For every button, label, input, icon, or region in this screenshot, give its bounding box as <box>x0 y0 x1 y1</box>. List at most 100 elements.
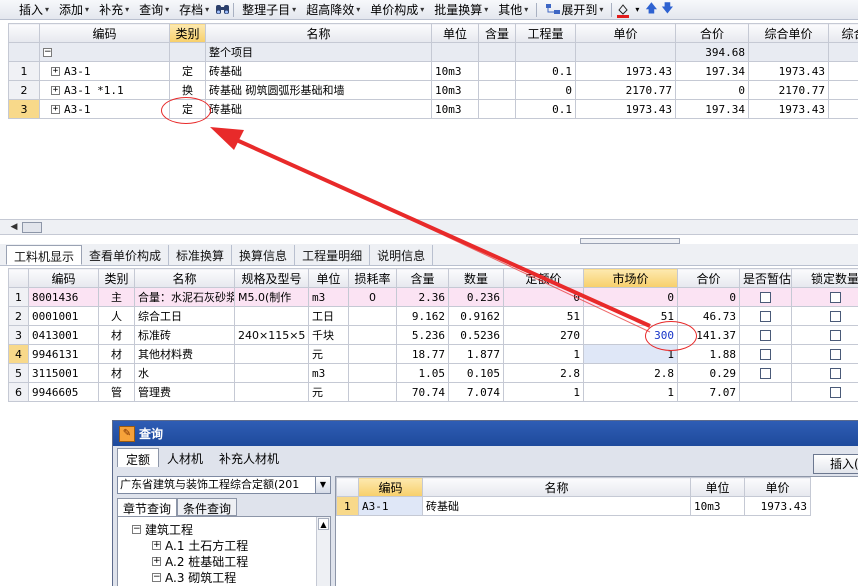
expand-icon[interactable]: + <box>51 86 60 95</box>
tab-conversion-info[interactable]: 换算信息 <box>232 245 296 265</box>
market-price-cell[interactable]: 0 <box>583 287 678 307</box>
content-cell[interactable]: 70.74 <box>396 382 449 402</box>
table-row[interactable]: 3 0413001 材 标准砖 240×115×5 千块 5.236 0.523… <box>8 325 858 345</box>
tab-quota[interactable]: 定额 <box>117 448 160 467</box>
name-cell[interactable]: 管理费 <box>134 382 235 402</box>
unit-cell[interactable]: 工日 <box>308 306 349 326</box>
count-cell[interactable]: 0.9162 <box>448 306 504 326</box>
name-cell[interactable]: 砖基础 <box>205 61 432 81</box>
name-cell[interactable]: 综合工日 <box>134 306 235 326</box>
table-row[interactable]: 1 8001436 主 合量：水泥石灰砂浆 M5.0(制作 m3 0 2.36 … <box>8 287 858 307</box>
other-menu[interactable]: 其他 ▾ <box>493 1 533 19</box>
unit-cell[interactable]: 10m3 <box>431 61 479 81</box>
code-cell[interactable]: + A3-1 *1.1 <box>39 80 170 100</box>
expand-icon[interactable]: + <box>51 67 60 76</box>
type-cell[interactable]: 定 <box>169 61 206 81</box>
unit-cell[interactable]: 元 <box>308 382 349 402</box>
content-cell[interactable]: 18.77 <box>396 344 449 364</box>
query-window-titlebar[interactable]: ✎ 查询 <box>113 421 858 446</box>
quota-library-select[interactable]: 广东省建筑与装饰工程综合定额(201 ▼ <box>117 476 331 494</box>
name-cell[interactable]: 标准砖 <box>134 325 235 345</box>
tab-materials[interactable]: 工料机显示 <box>6 245 83 265</box>
horizontal-scrollbar[interactable]: ◀ <box>0 219 858 235</box>
spec-cell[interactable]: M5.0(制作 <box>234 287 309 307</box>
price-cell[interactable]: 2170.77 <box>575 80 676 100</box>
lock-checkbox[interactable] <box>829 349 841 360</box>
col-header-code[interactable]: 编码 <box>39 23 170 43</box>
unit-cell[interactable]: m3 <box>308 363 349 383</box>
quota-price-cell[interactable]: 0 <box>503 287 584 307</box>
unit-cell[interactable]: 元 <box>308 344 349 364</box>
insert-menu[interactable]: 插入 ▾ <box>14 1 54 19</box>
content-cell[interactable]: 5.236 <box>396 325 449 345</box>
content-cell[interactable]: 2.36 <box>396 287 449 307</box>
col-header-name[interactable]: 名称 <box>134 268 235 288</box>
collapse-icon[interactable]: − <box>43 48 52 57</box>
col-header-comp[interactable]: 综合 <box>828 23 858 43</box>
table-row[interactable]: 1 A3-1 砖基础 10m3 1973.43 <box>336 496 811 516</box>
count-cell[interactable]: 0.5236 <box>448 325 504 345</box>
tab-supplement-lmm[interactable]: 补充人材机 <box>211 448 287 467</box>
col-header-unit[interactable]: 单位 <box>308 268 349 288</box>
col-header-total[interactable]: 合价 <box>675 23 749 43</box>
tree-node-masonry[interactable]: − A.3 砌筑工程 <box>152 569 236 586</box>
col-header-code[interactable]: 编码 <box>28 268 99 288</box>
code-cell[interactable]: 8001436 <box>28 287 99 307</box>
type-cell[interactable]: 材 <box>98 325 135 345</box>
price-cell[interactable]: 1973.43 <box>575 61 676 81</box>
content-cell[interactable]: 1.05 <box>396 363 449 383</box>
table-row[interactable]: 6 9946605 管 管理费 元 70.74 7.074 1 1 7.07 <box>8 382 858 402</box>
code-cell[interactable]: 0413001 <box>28 325 99 345</box>
provisional-checkbox[interactable] <box>760 311 771 322</box>
col-header-comp-price[interactable]: 综合单价 <box>748 23 829 43</box>
content-cell[interactable] <box>478 80 516 100</box>
archive-menu[interactable]: 存档 ▾ <box>174 1 214 19</box>
expand-to-menu[interactable]: 展开到 ▾ <box>540 1 608 19</box>
table-row[interactable]: 1 + A3-1 定 砖基础 10m3 0.1 1973.43 197.34 19… <box>8 61 858 81</box>
col-header-provisional[interactable]: 是否暂估 <box>739 268 792 288</box>
tab-description[interactable]: 说明信息 <box>370 245 434 265</box>
tab-quantity-detail[interactable]: 工程量明细 <box>295 245 371 265</box>
code-cell[interactable]: 3115001 <box>28 363 99 383</box>
count-cell[interactable]: 7.074 <box>448 382 504 402</box>
tab-standard-conversion[interactable]: 标准换算 <box>169 245 233 265</box>
total-cell[interactable]: 197.34 <box>675 61 749 81</box>
type-cell[interactable]: 材 <box>98 344 135 364</box>
lock-checkbox[interactable] <box>829 387 841 398</box>
code-cell[interactable]: 9946605 <box>28 382 99 402</box>
name-cell[interactable]: 砖基础 <box>205 99 432 119</box>
name-cell[interactable]: 其他材料费 <box>134 344 235 364</box>
unit-cell[interactable]: 10m3 <box>431 99 479 119</box>
quota-price-cell[interactable]: 2.8 <box>503 363 584 383</box>
name-cell[interactable]: 砖基础 <box>422 496 691 516</box>
code-cell[interactable]: + A3-1 <box>39 99 170 119</box>
table-row[interactable]: 5 3115001 材 水 m3 1.05 0.105 2.8 2.8 0.29 <box>8 363 858 383</box>
spec-cell[interactable] <box>234 344 309 364</box>
code-cell[interactable]: 9946131 <box>28 344 99 364</box>
scrollbar-thumb[interactable] <box>22 222 42 233</box>
add-menu[interactable]: 添加 ▾ <box>54 1 94 19</box>
scroll-up-icon[interactable]: ▲ <box>318 518 329 530</box>
chevron-down-icon[interactable]: ▼ <box>315 477 330 493</box>
total-cell[interactable]: 0 <box>675 80 749 100</box>
col-header-code[interactable]: 编码 <box>358 477 423 497</box>
unit-cell[interactable]: 10m3 <box>431 80 479 100</box>
name-cell[interactable]: 砖基础 砌筑圆弧形基础和墙 <box>205 80 432 100</box>
count-cell[interactable]: 0.236 <box>448 287 504 307</box>
quota-price-cell[interactable]: 270 <box>503 325 584 345</box>
price-cell[interactable]: 1973.43 <box>744 496 811 516</box>
quota-price-cell[interactable]: 1 <box>503 382 584 402</box>
type-cell[interactable]: 主 <box>98 287 135 307</box>
tab-condition-query[interactable]: 条件查询 <box>177 498 238 516</box>
col-header-total[interactable]: 合价 <box>677 268 740 288</box>
insert-button[interactable]: 插入( <box>813 454 858 474</box>
col-header-loss-rate[interactable]: 损耗率 <box>348 268 397 288</box>
col-header-price[interactable]: 单价 <box>575 23 676 43</box>
type-cell[interactable]: 材 <box>98 363 135 383</box>
unit-cell[interactable]: 千块 <box>308 325 349 345</box>
col-header-unit[interactable]: 单位 <box>690 477 745 497</box>
spec-cell[interactable] <box>234 363 309 383</box>
col-header-type[interactable]: 类别 <box>169 23 206 43</box>
col-header-content[interactable]: 含量 <box>478 23 516 43</box>
tree-node-building[interactable]: − 建筑工程 <box>132 521 193 538</box>
